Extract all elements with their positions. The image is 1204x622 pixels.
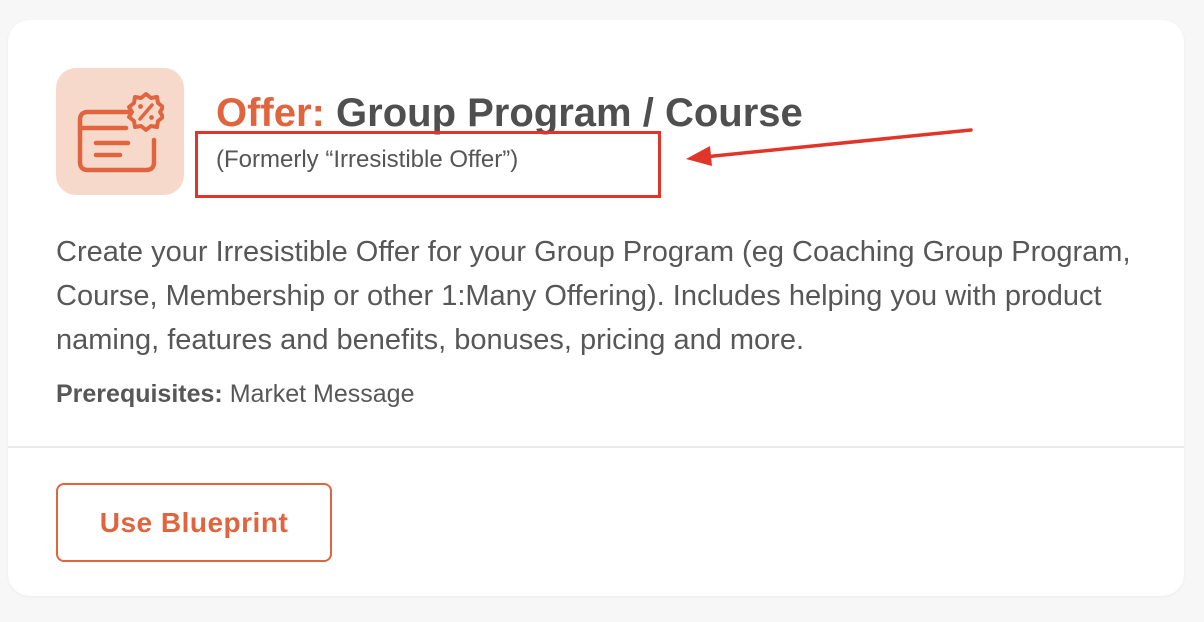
blueprint-icon-tile	[56, 68, 184, 195]
use-blueprint-button[interactable]: Use Blueprint	[56, 483, 332, 562]
annotation-arrow-icon	[686, 128, 973, 166]
blueprint-card: Offer: Group Program / Course (Formerly …	[8, 20, 1184, 596]
prerequisites: Prerequisites: Market Message	[56, 378, 415, 410]
title-prefix: Offer:	[216, 91, 325, 135]
annotation-highlight-box	[195, 131, 661, 198]
card-description: Create your Irresistible Offer for your …	[56, 236, 1131, 356]
offer-blueprint-icon	[77, 92, 164, 173]
prerequisites-label: Prerequisites:	[56, 380, 223, 408]
prerequisites-value: Market Message	[229, 380, 415, 408]
card-divider	[8, 446, 1184, 448]
